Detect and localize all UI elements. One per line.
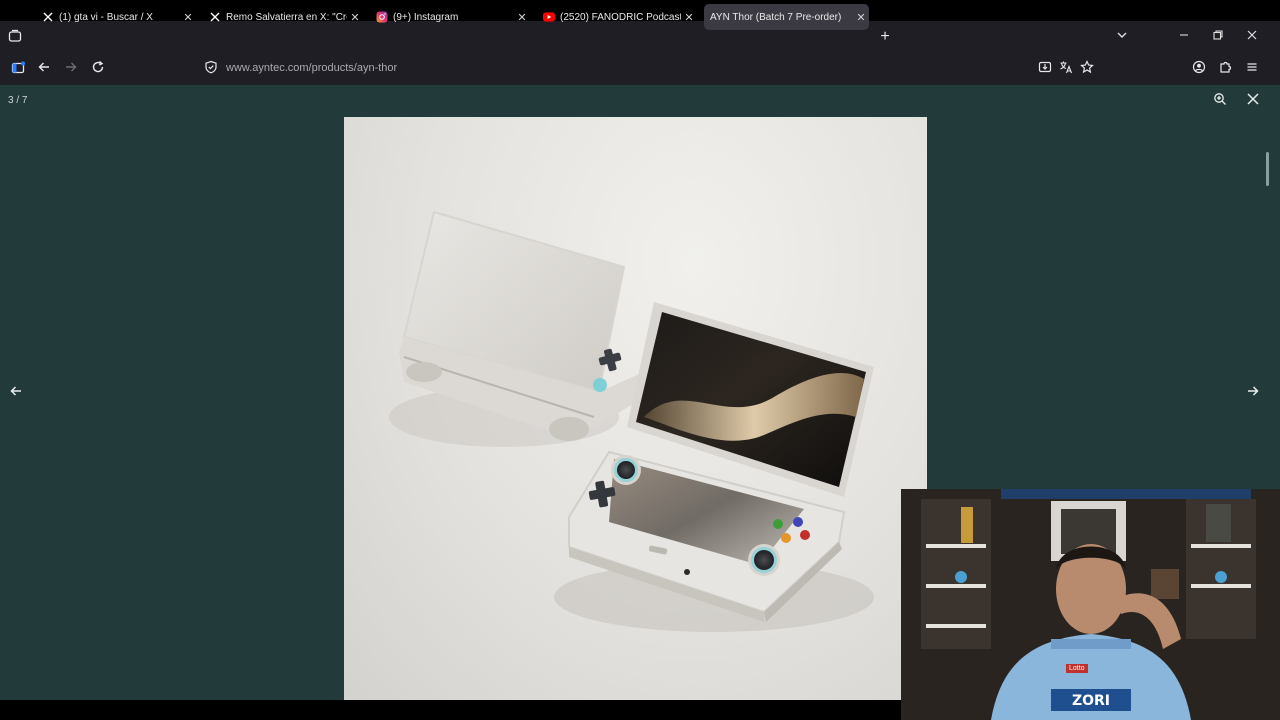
next-image-arrow-icon[interactable] (1245, 384, 1261, 400)
scrollbar-thumb[interactable] (1266, 152, 1269, 186)
url-path: /products/ayn-thor (308, 62, 398, 74)
instagram-icon (376, 11, 388, 23)
tab-remo-salvatierra[interactable]: Remo Salvatierra en X: "Creo qu ✕ (203, 4, 363, 30)
x-logo-icon (42, 11, 54, 23)
youtube-icon (543, 11, 555, 23)
previous-image-arrow-icon[interactable] (8, 384, 24, 400)
close-icon[interactable]: ✕ (347, 11, 363, 24)
list-all-tabs-chevron-icon[interactable] (1114, 29, 1130, 45)
tab-title: AYN Thor (Batch 7 Pre-order) (710, 11, 842, 23)
shirt-brand: Lotto (1066, 664, 1088, 673)
close-icon[interactable]: ✕ (853, 11, 869, 24)
tab-overview-icon[interactable] (6, 29, 24, 47)
address-url[interactable]: www.ayntec.com/products/ayn-thor (226, 62, 397, 74)
close-icon[interactable]: ✕ (681, 11, 697, 24)
sidebar-toggle-icon[interactable] (9, 61, 27, 79)
account-icon[interactable] (1190, 60, 1208, 78)
image-counter: 3 / 7 (8, 95, 28, 106)
tab-title: (9+) Instagram (393, 11, 459, 23)
restore-icon[interactable] (1210, 29, 1226, 45)
shirt-text: ZORI (1071, 693, 1111, 709)
reload-icon[interactable] (89, 60, 107, 78)
translate-icon[interactable] (1057, 60, 1075, 78)
extensions-puzzle-icon[interactable] (1217, 60, 1235, 78)
site-shield-icon[interactable] (202, 60, 220, 78)
back-arrow-icon[interactable] (35, 60, 53, 78)
forward-arrow-icon[interactable] (62, 60, 80, 78)
new-tab-plus-icon[interactable]: + (877, 29, 893, 45)
bookmark-star-icon[interactable] (1078, 60, 1096, 78)
tab-title: (1) gta vi - Buscar / X (59, 11, 153, 23)
close-icon[interactable]: ✕ (514, 11, 530, 24)
tab-instagram[interactable]: (9+) Instagram ✕ (370, 4, 530, 30)
tab-title: (2520) FANODRIC Podcast - You (560, 11, 681, 23)
install-app-icon[interactable] (1036, 60, 1054, 78)
menu-hamburger-icon[interactable] (1243, 60, 1261, 78)
tab-ayn-thor[interactable]: AYN Thor (Batch 7 Pre-order) ✕ (704, 4, 869, 30)
close-lightbox-icon[interactable] (1244, 92, 1262, 110)
x-logo-icon (209, 11, 221, 23)
tab-gta-vi[interactable]: (1) gta vi - Buscar / X ✕ (36, 4, 196, 30)
tab-title: Remo Salvatierra en X: "Creo qu (226, 11, 347, 23)
close-icon[interactable]: ✕ (180, 11, 196, 24)
window-close-icon[interactable] (1244, 29, 1260, 45)
zoom-in-icon[interactable] (1211, 92, 1229, 110)
product-image[interactable] (344, 117, 927, 700)
minimize-icon[interactable] (1176, 29, 1192, 45)
webcam-overlay: ZORI Lotto (901, 489, 1280, 720)
tab-fanodric-podcast[interactable]: (2520) FANODRIC Podcast - You ✕ (537, 4, 697, 30)
url-host: www.ayntec.com (226, 62, 309, 74)
